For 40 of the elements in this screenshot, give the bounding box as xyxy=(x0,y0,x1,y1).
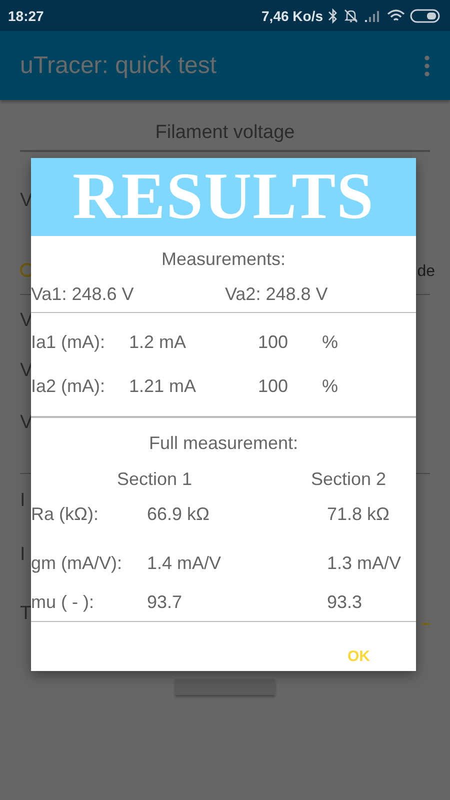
current-value: 1.21 mA xyxy=(129,376,198,398)
dialog-title: RESULTS xyxy=(72,164,374,230)
menu-icon[interactable] xyxy=(424,54,430,76)
section-heading: Filament voltage xyxy=(155,122,295,144)
current-value: 1.2 mA xyxy=(129,332,188,353)
percent-unit: % xyxy=(322,376,340,398)
percent-value: 100 xyxy=(258,376,290,398)
field-label: I xyxy=(20,490,26,512)
clock: 18:27 xyxy=(8,8,44,24)
action-button[interactable] xyxy=(175,679,275,695)
current-label: Ia2 (mA): xyxy=(31,376,106,398)
result-value: 1.3 mA/V xyxy=(327,552,402,574)
field-label: I xyxy=(20,544,26,566)
result-label: gm (mA/V): xyxy=(31,552,124,574)
voltage-reading: Va2: 248.8 V xyxy=(225,282,329,304)
network-speed: 7,46 Ko/s xyxy=(262,8,323,24)
percent-value: 100 xyxy=(258,332,290,353)
result-value: 71.8 kΩ xyxy=(327,502,390,525)
section-heading: Measurements: xyxy=(161,248,286,270)
voltage-reading: Va1: 248.6 V xyxy=(31,282,135,304)
ok-button[interactable]: OK xyxy=(332,642,386,671)
result-value: 93.3 xyxy=(327,590,364,613)
section-heading: Full measurement: xyxy=(148,432,298,454)
muted-bell-icon xyxy=(343,8,359,24)
signal-icon xyxy=(364,8,382,22)
battery-icon xyxy=(410,8,440,22)
result-value: 1.4 mA/V xyxy=(147,552,222,574)
percent-unit: % xyxy=(322,332,340,353)
option-label: de xyxy=(417,263,435,281)
result-label: mu ( - ): xyxy=(31,590,95,613)
result-value: 66.9 kΩ xyxy=(147,502,210,525)
result-label: Ra (kΩ): xyxy=(31,502,100,525)
app-title: uTracer: quick test xyxy=(20,52,217,80)
bluetooth-icon xyxy=(328,8,338,24)
column-heading: Section 2 xyxy=(311,468,388,490)
wifi-icon xyxy=(387,8,405,22)
current-label: Ia1 (mA): xyxy=(31,332,106,353)
result-value: 93.7 xyxy=(147,590,184,613)
field-label: T xyxy=(20,602,32,624)
column-heading: Section 1 xyxy=(117,468,194,490)
